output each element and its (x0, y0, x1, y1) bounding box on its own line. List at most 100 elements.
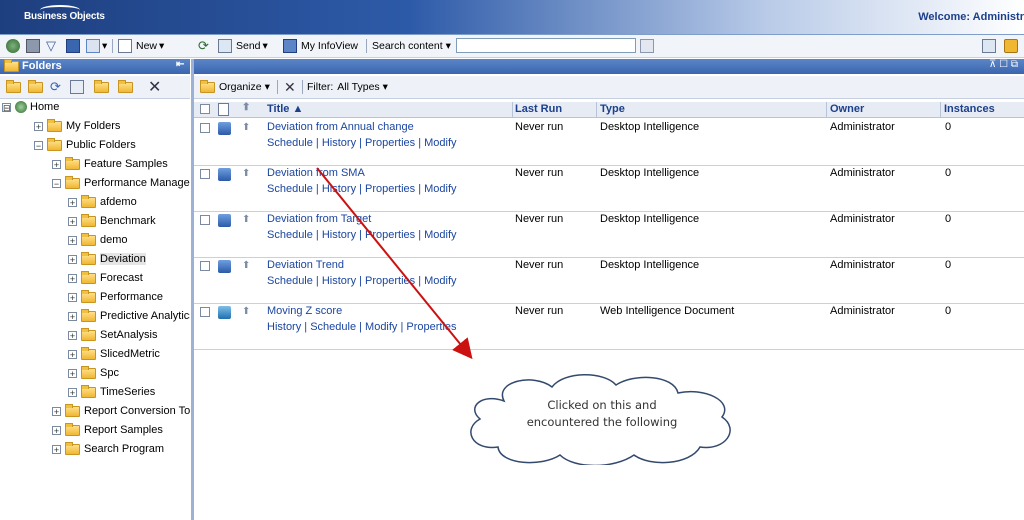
expand-icon[interactable]: + (52, 159, 61, 169)
row-checkbox[interactable] (200, 261, 210, 271)
expand-icon[interactable]: + (52, 425, 61, 435)
delete-icon[interactable]: ✕ (148, 77, 161, 97)
column-type[interactable]: Type (600, 103, 625, 115)
expand-icon[interactable]: + (68, 349, 77, 359)
tree-node-performance-manager[interactable]: − Performance Managei (52, 174, 190, 192)
properties-icon[interactable] (70, 80, 84, 94)
my-infoview-button[interactable]: My InfoView (283, 38, 358, 54)
app-banner: Business Objects Welcome: Administr (0, 0, 1024, 35)
tree-node-predictive-analytics[interactable]: + Predictive Analytics (68, 307, 190, 325)
details-view-icon[interactable] (66, 38, 80, 54)
open-folder-icon[interactable] (28, 80, 43, 93)
tree-node-slicedmetric[interactable]: + SlicedMetric (68, 345, 160, 363)
folder-icon (81, 251, 96, 265)
tree-node-home[interactable]: ⊟ Home (2, 98, 59, 116)
table-row: ⬆ Deviation from Annual change Schedule … (194, 120, 1024, 166)
tree-node-afdemo[interactable]: + afdemo (68, 193, 137, 211)
row-checkbox[interactable] (200, 123, 210, 133)
report-icon (218, 122, 231, 135)
home-icon[interactable] (6, 38, 20, 54)
document-title-link[interactable]: Moving Z score (267, 305, 342, 317)
tree-node-deviation[interactable]: + Deviation (68, 250, 146, 268)
preferences-icon[interactable] (26, 38, 40, 54)
tree-node-performance[interactable]: + Performance (68, 288, 163, 306)
tree-node-benchmark[interactable]: + Benchmark (68, 212, 156, 230)
expand-icon[interactable]: + (68, 216, 77, 226)
collapse-icon[interactable]: − (52, 178, 61, 188)
tree-node-report-conversion-tool[interactable]: + Report Conversion To (52, 402, 190, 420)
document-action-links[interactable]: Schedule | History | Properties | Modify (267, 137, 457, 149)
tree-node-spc[interactable]: + Spc (68, 364, 119, 382)
folder-icon (65, 422, 80, 436)
document-title-link[interactable]: Deviation from Target (267, 213, 371, 225)
new-button[interactable]: New ▾ (118, 38, 164, 54)
expand-icon[interactable]: + (68, 330, 77, 340)
refresh-icon[interactable]: ⟳ (198, 38, 209, 54)
toolbar-divider (366, 39, 367, 53)
organize-button[interactable]: Organize ▾ (200, 79, 270, 95)
column-instances[interactable]: Instances (944, 103, 995, 115)
expand-icon[interactable]: + (52, 406, 61, 416)
document-action-links[interactable]: Schedule | History | Properties | Modify (267, 183, 457, 195)
document-title-link[interactable]: Deviation from SMA (267, 167, 365, 179)
window-controls-icon[interactable]: ⊼ ☐ ⧉ (989, 59, 1018, 70)
expand-icon[interactable]: + (68, 254, 77, 264)
column-title[interactable]: Title ▲ (267, 103, 303, 115)
row-checkbox[interactable] (200, 307, 210, 317)
collapse-icon[interactable]: − (34, 140, 43, 150)
expand-icon[interactable]: + (34, 121, 43, 131)
tree-node-search-program[interactable]: + Search Program (52, 440, 164, 458)
expand-icon[interactable]: + (68, 387, 77, 397)
new-folder-icon[interactable] (6, 80, 21, 93)
search-go-button[interactable] (640, 38, 654, 54)
tree-label: demo (100, 234, 128, 246)
expand-icon[interactable]: + (68, 368, 77, 378)
list-view-icon[interactable]: ▾ (86, 38, 107, 54)
organize-label: Organize (219, 81, 262, 93)
document-title-link[interactable]: Deviation from Annual change (267, 121, 414, 133)
expand-icon[interactable]: + (68, 197, 77, 207)
select-all-checkbox[interactable] (200, 104, 210, 114)
document-title-link[interactable]: Deviation Trend (267, 259, 344, 271)
tree-label: Public Folders (66, 139, 136, 151)
filter-dropdown[interactable]: Filter: All Types ▾ (307, 79, 388, 95)
owner-cell: Administrator (830, 305, 895, 317)
expand-icon[interactable]: + (52, 444, 61, 454)
tree-node-demo[interactable]: + demo (68, 231, 128, 249)
panel-title: Folders (22, 60, 62, 72)
row-checkbox[interactable] (200, 215, 210, 225)
expand-icon[interactable]: + (68, 273, 77, 283)
collapse-panel-icon[interactable]: ⇤ (176, 59, 184, 70)
tree-node-report-samples[interactable]: + Report Samples (52, 421, 163, 439)
tree-node-setanalysis[interactable]: + SetAnalysis (68, 326, 157, 344)
column-last-run[interactable]: Last Run (515, 103, 562, 115)
tree-node-my-folders[interactable]: + My Folders (34, 117, 120, 135)
tree-node-timeseries[interactable]: + TimeSeries (68, 383, 155, 401)
owner-cell: Administrator (830, 121, 895, 133)
tree-node-forecast[interactable]: + Forecast (68, 269, 143, 287)
refresh-folders-icon[interactable]: ⟳ (50, 79, 61, 95)
copy-folder-icon[interactable] (118, 80, 133, 93)
document-action-links[interactable]: Schedule | History | Properties | Modify (267, 275, 457, 287)
move-folder-icon[interactable] (94, 80, 109, 93)
document-action-links[interactable]: History | Schedule | Modify | Properties (267, 321, 457, 333)
tree-node-public-folders[interactable]: − Public Folders (34, 136, 136, 154)
document-action-links[interactable]: Schedule | History | Properties | Modify (267, 229, 457, 241)
column-owner[interactable]: Owner (830, 103, 864, 115)
infoview-label: My InfoView (301, 40, 358, 52)
tree-label: Spc (100, 367, 119, 379)
delete-button[interactable]: ✕ (284, 79, 296, 95)
expand-icon[interactable]: + (68, 311, 77, 321)
tree-label: TimeSeries (100, 386, 156, 398)
row-checkbox[interactable] (200, 169, 210, 179)
collapse-icon[interactable]: ⊟ (2, 102, 11, 112)
tree-node-feature-samples[interactable]: + Feature Samples (52, 155, 168, 173)
expand-icon[interactable]: + (68, 235, 77, 245)
logout-lock-icon[interactable] (1004, 38, 1018, 54)
search-scope-dropdown[interactable]: Search content ▾ (372, 38, 451, 54)
expand-icon[interactable]: + (68, 292, 77, 302)
filter-icon[interactable]: ▽ (46, 38, 56, 54)
search-input[interactable] (456, 38, 636, 53)
help-icon[interactable] (982, 38, 996, 54)
send-button[interactable]: Send ▾ (218, 38, 268, 54)
